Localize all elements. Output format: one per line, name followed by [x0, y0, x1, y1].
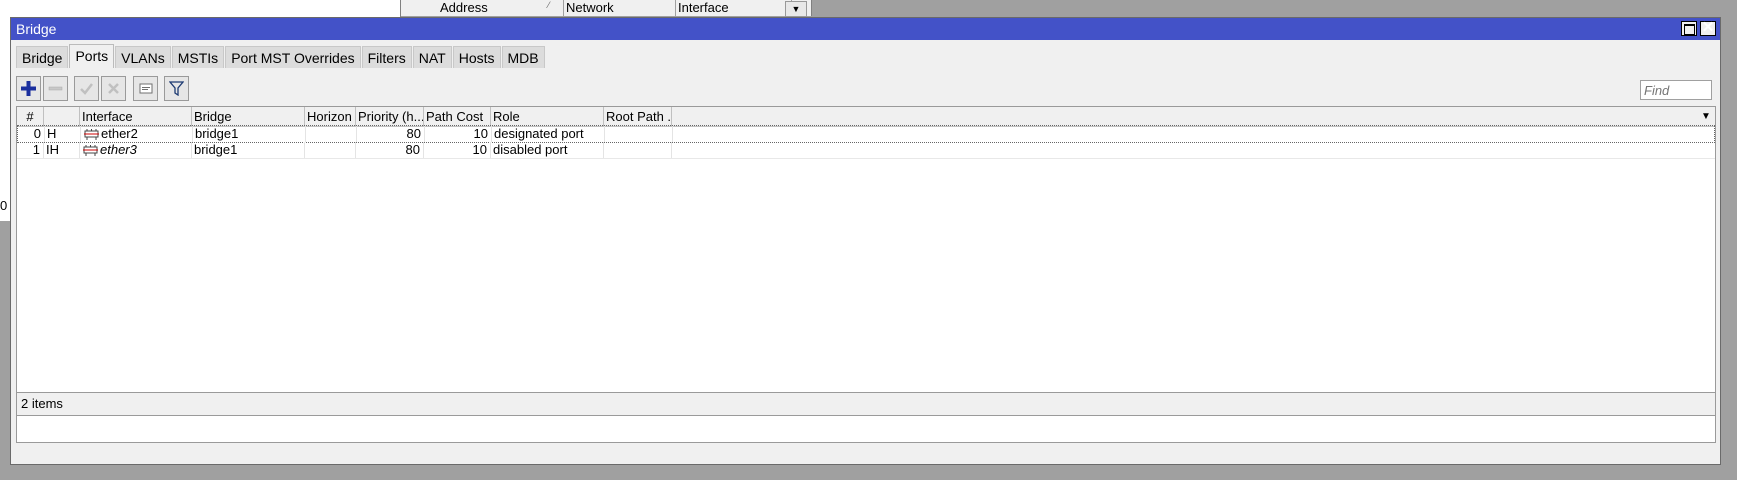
remove-button[interactable] [43, 76, 68, 101]
tab-filters[interactable]: Filters [361, 46, 412, 68]
toolbar [16, 76, 1716, 106]
find-input[interactable] [1640, 80, 1712, 100]
column-header-priority[interactable]: Priority (h... [356, 107, 424, 126]
cell-role: disabled port [491, 142, 604, 158]
cell-index: 1 [17, 142, 44, 158]
column-header-flags[interactable] [44, 107, 80, 126]
comment-icon [139, 83, 152, 93]
column-header-root-path[interactable]: Root Path ... [604, 107, 672, 126]
cell-horizon [305, 142, 356, 158]
disable-button[interactable] [101, 76, 126, 101]
column-header-interface[interactable]: Interface [80, 107, 192, 126]
minus-icon [48, 86, 63, 91]
table-header: # Interface Bridge Horizon Priority (h..… [17, 107, 1715, 127]
tab-bridge[interactable]: Bridge [16, 46, 69, 68]
checkmark-icon [80, 83, 93, 95]
cell-flags: H [45, 126, 81, 142]
cell-interface: ether3 [80, 142, 192, 158]
cell-index: 0 [18, 126, 45, 142]
cell-path-cost: 10 [425, 126, 492, 142]
tab-hosts[interactable]: Hosts [452, 46, 501, 68]
column-header-role[interactable]: Role [491, 107, 604, 126]
column-menu-icon[interactable]: ▼ [1697, 107, 1715, 126]
items-count: 2 items [21, 396, 63, 411]
cell-interface-name: ether2 [101, 126, 138, 141]
cell-priority: 80 [357, 126, 425, 142]
tab-bar: Bridge Ports VLANs MSTIs Port MST Overri… [16, 44, 546, 68]
tab-mstis[interactable]: MSTIs [171, 46, 225, 68]
cell-horizon [306, 126, 357, 142]
cell-root-path [605, 126, 673, 142]
column-header-path-cost[interactable]: Path Cost [424, 107, 491, 126]
bg-column-menu-icon[interactable]: ▼ [785, 1, 807, 17]
status-bar: 2 items [16, 392, 1716, 416]
bridge-window: Bridge ✕ Bridge Ports VLANs MSTIs Port M… [10, 17, 1721, 465]
ethernet-port-icon [83, 145, 98, 157]
cell-root-path [604, 142, 672, 158]
cell-bridge: bridge1 [193, 126, 306, 142]
tab-ports[interactable]: Ports [69, 44, 115, 68]
plus-icon [21, 81, 36, 96]
column-header-index[interactable]: # [17, 107, 44, 126]
title-bar[interactable]: Bridge ✕ [11, 18, 1720, 40]
filter-icon [169, 81, 184, 96]
window-title: Bridge [16, 21, 57, 37]
cross-icon [108, 83, 119, 94]
enable-button[interactable] [74, 76, 99, 101]
cell-priority: 80 [356, 142, 424, 158]
table-row[interactable]: 1 IH ether3 bridge1 80 10 disabled port [17, 142, 1715, 159]
bg-column-network[interactable]: Network [564, 0, 676, 16]
tab-mdb[interactable]: MDB [501, 46, 545, 68]
table-row[interactable]: 0 H ether2 bridge1 80 10 designated port [17, 125, 1715, 143]
maximize-button[interactable] [1681, 21, 1697, 36]
cell-bridge: bridge1 [192, 142, 305, 158]
ethernet-port-icon [84, 129, 99, 141]
cell-flags: IH [44, 142, 80, 158]
bg-column-interface[interactable]: Interface [676, 0, 792, 16]
close-button[interactable]: ✕ [1700, 20, 1716, 36]
cell-interface: ether2 [81, 126, 193, 142]
tab-port-mst-overrides[interactable]: Port MST Overrides [225, 46, 361, 68]
column-header-horizon[interactable]: Horizon [305, 107, 356, 126]
sort-indicator-icon: ⁄ [548, 0, 550, 10]
bg-column-address[interactable]: Address [438, 0, 564, 16]
comment-button[interactable] [133, 76, 158, 101]
column-header-bridge[interactable]: Bridge [192, 107, 305, 126]
cell-path-cost: 10 [424, 142, 491, 158]
tab-nat[interactable]: NAT [412, 46, 452, 68]
add-button[interactable] [16, 76, 41, 101]
filter-button[interactable] [164, 76, 189, 101]
background-table-header: Address Network Interface [438, 0, 792, 16]
cell-interface-name: ether3 [100, 142, 137, 157]
cell-role: designated port [492, 126, 605, 142]
tab-vlans[interactable]: VLANs [115, 46, 171, 68]
